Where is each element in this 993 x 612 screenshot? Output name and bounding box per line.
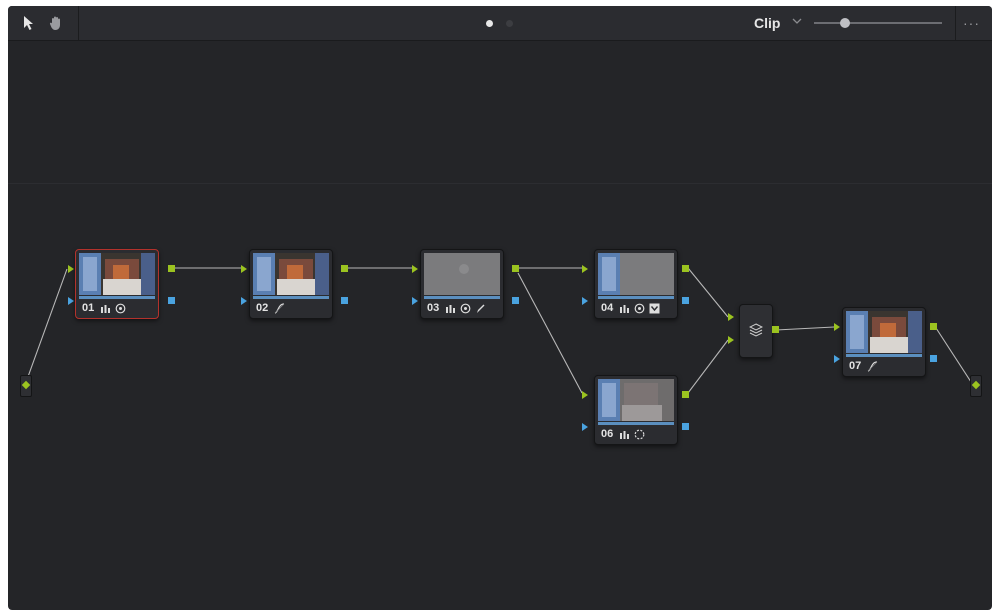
qualifier-icon (619, 303, 630, 314)
tool-group (8, 6, 79, 40)
node-number: 03 (427, 302, 440, 314)
hand-icon[interactable] (45, 12, 67, 34)
qualifier-icon (445, 303, 456, 314)
node-thumbnail (846, 311, 922, 353)
node-key-bar (846, 354, 922, 357)
circle-window-icon (460, 303, 471, 314)
key-output-icon (649, 303, 660, 314)
node-thumbnail (598, 379, 674, 421)
curves-icon (274, 302, 285, 314)
node-key-bar (598, 422, 674, 425)
node-thumbnail (253, 253, 329, 295)
corrector-node-02[interactable]: 02 (249, 249, 333, 319)
circle-window-icon (634, 303, 645, 314)
zoom-slider-track (814, 22, 942, 24)
node-07-rgb-input[interactable] (834, 323, 840, 331)
node-03-rgb-input[interactable] (412, 265, 418, 273)
node-02-rgb-output[interactable] (341, 265, 348, 272)
node-editor-panel: Clip ··· 01 02 03 04 06 07 (8, 6, 992, 610)
node-03-key-output[interactable] (512, 297, 519, 304)
node-number: 01 (82, 302, 95, 314)
node-editor-toolbar: Clip ··· (8, 6, 992, 41)
curves-icon (867, 360, 878, 372)
circle-window-icon (115, 303, 126, 314)
zoom-slider[interactable] (814, 16, 942, 30)
node-06-rgb-input[interactable] (582, 391, 588, 399)
node-07-key-output[interactable] (930, 355, 937, 362)
layer-mixer-node[interactable] (739, 304, 773, 358)
page-indicator-dot-active[interactable] (486, 20, 493, 27)
node-04-rgb-output[interactable] (682, 265, 689, 272)
node-label: 02 (256, 301, 285, 315)
layer-mixer-input-1[interactable] (728, 313, 734, 321)
more-options-button[interactable]: ··· (963, 15, 980, 31)
layers-icon (748, 323, 764, 342)
chevron-down-icon[interactable] (790, 14, 804, 28)
pen-icon (475, 303, 486, 314)
node-06-key-output[interactable] (682, 423, 689, 430)
layer-mixer-input-2[interactable] (728, 336, 734, 344)
node-label: 06 (601, 427, 645, 441)
node-thumbnail (424, 253, 500, 295)
node-02-rgb-input[interactable] (241, 265, 247, 273)
node-07-rgb-output[interactable] (930, 323, 937, 330)
source-input-terminal[interactable] (20, 375, 32, 397)
node-graph-canvas[interactable]: 01 02 03 04 06 07 (8, 41, 992, 610)
node-02-key-output[interactable] (341, 297, 348, 304)
node-number: 04 (601, 302, 614, 314)
node-01-rgb-input[interactable] (68, 265, 74, 273)
more-options-group: ··· (955, 6, 992, 40)
qualifier-icon (100, 303, 111, 314)
layer-mixer-output[interactable] (772, 326, 779, 333)
node-07-key-input[interactable] (834, 355, 840, 363)
node-06-rgb-output[interactable] (682, 391, 689, 398)
node-number: 07 (849, 360, 862, 372)
node-02-key-input[interactable] (241, 297, 247, 305)
dotted-circle-icon (634, 429, 645, 440)
node-01-rgb-output[interactable] (168, 265, 175, 272)
node-thumbnail (79, 253, 155, 295)
node-06-key-input[interactable] (582, 423, 588, 431)
corrector-node-03[interactable]: 03 (420, 249, 504, 319)
node-label: 04 (601, 301, 660, 315)
node-03-rgb-output[interactable] (512, 265, 519, 272)
node-label: 01 (82, 301, 126, 315)
node-label: 07 (849, 359, 878, 373)
node-04-rgb-input[interactable] (582, 265, 588, 273)
node-01-key-output[interactable] (168, 297, 175, 304)
node-04-key-input[interactable] (582, 297, 588, 305)
corrector-node-07[interactable]: 07 (842, 307, 926, 377)
node-03-key-input[interactable] (412, 297, 418, 305)
zoom-slider-handle[interactable] (840, 18, 850, 28)
node-number: 06 (601, 428, 614, 440)
node-04-key-output[interactable] (682, 297, 689, 304)
node-key-bar (424, 296, 500, 299)
node-key-bar (598, 296, 674, 299)
node-thumbnail (598, 253, 674, 295)
node-key-bar (79, 296, 155, 299)
page-indicator-dot[interactable] (506, 20, 513, 27)
corrector-node-04[interactable]: 04 (594, 249, 678, 319)
corrector-node-06[interactable]: 06 (594, 375, 678, 445)
tree-output-terminal[interactable] (970, 375, 982, 397)
arrow-pointer-icon[interactable] (17, 12, 39, 34)
qualifier-icon (619, 429, 630, 440)
mode-dropdown-label[interactable]: Clip (754, 15, 780, 31)
node-key-bar (253, 296, 329, 299)
node-number: 02 (256, 302, 269, 314)
node-01-key-input[interactable] (68, 297, 74, 305)
corrector-node-01[interactable]: 01 (75, 249, 159, 319)
node-label: 03 (427, 301, 486, 315)
